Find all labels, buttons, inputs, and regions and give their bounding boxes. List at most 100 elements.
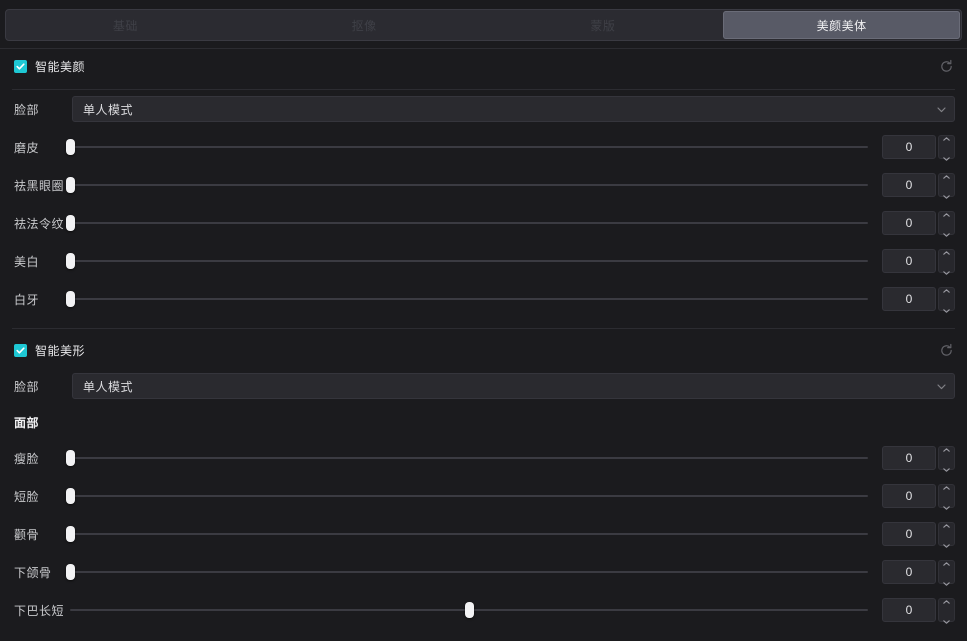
value-input[interactable]: 0 bbox=[882, 173, 936, 197]
slider[interactable] bbox=[66, 288, 868, 310]
slider[interactable] bbox=[66, 136, 868, 158]
sub-header: 面部 bbox=[14, 415, 40, 430]
chevron-down-icon[interactable] bbox=[943, 148, 950, 166]
value-input[interactable]: 0 bbox=[882, 484, 936, 508]
chevron-up-icon[interactable] bbox=[943, 204, 950, 222]
value-input[interactable]: 0 bbox=[882, 249, 936, 273]
value-stepper[interactable] bbox=[938, 173, 955, 199]
value-input[interactable]: 0 bbox=[882, 598, 936, 622]
chevron-down-icon[interactable] bbox=[943, 535, 950, 553]
value-input[interactable]: 0 bbox=[882, 446, 936, 470]
slider-label: 短脸 bbox=[14, 489, 40, 504]
slider-row: 祛法令纹 0 bbox=[0, 204, 967, 242]
settings-body[interactable]: 智能美颜 脸部 单人模式 磨皮 0 祛黑眼圈 0 祛法令纹 0 美白 0 白牙 0 智能美形 脸部 单人模式面… bbox=[0, 49, 967, 641]
chevron-up-icon[interactable] bbox=[943, 166, 950, 184]
mode-label: 脸部 bbox=[14, 379, 40, 394]
slider-handle[interactable] bbox=[66, 139, 75, 155]
reset-icon[interactable] bbox=[935, 339, 957, 361]
value-input[interactable]: 0 bbox=[882, 135, 936, 159]
slider-track[interactable] bbox=[70, 298, 868, 300]
chevron-down-icon[interactable] bbox=[943, 459, 950, 477]
slider-row: 颧骨 0 bbox=[0, 515, 967, 553]
chevron-up-icon[interactable] bbox=[943, 280, 950, 298]
tab-1[interactable]: 抠像 bbox=[246, 11, 483, 39]
mode-select[interactable]: 单人模式 bbox=[72, 96, 955, 122]
slider-track[interactable] bbox=[70, 146, 868, 148]
slider-row: 瘦脸 0 bbox=[0, 439, 967, 477]
chevron-up-icon[interactable] bbox=[943, 439, 950, 457]
value-stepper[interactable] bbox=[938, 287, 955, 313]
slider-handle[interactable] bbox=[66, 215, 75, 231]
slider-label: 美白 bbox=[14, 254, 40, 269]
slider-handle[interactable] bbox=[66, 253, 75, 269]
slider-track[interactable] bbox=[70, 457, 868, 459]
chevron-up-icon[interactable] bbox=[943, 477, 950, 495]
tab-3[interactable]: 美颜美体 bbox=[723, 11, 960, 39]
chevron-down-icon[interactable] bbox=[943, 262, 950, 280]
chevron-down-icon bbox=[937, 377, 946, 395]
slider-label: 瘦脸 bbox=[14, 451, 40, 466]
value-input[interactable]: 0 bbox=[882, 287, 936, 311]
checkbox-icon[interactable] bbox=[14, 343, 27, 357]
tab-0[interactable]: 基础 bbox=[7, 11, 244, 39]
slider-track[interactable] bbox=[70, 260, 868, 262]
tab-2[interactable]: 蒙版 bbox=[485, 11, 722, 39]
slider-track[interactable] bbox=[70, 495, 868, 497]
slider-track[interactable] bbox=[70, 222, 868, 224]
slider[interactable] bbox=[66, 447, 868, 469]
chevron-down-icon[interactable] bbox=[943, 573, 950, 591]
slider-handle[interactable] bbox=[66, 564, 75, 580]
chevron-up-icon[interactable] bbox=[943, 553, 950, 571]
slider-handle[interactable] bbox=[66, 450, 75, 466]
slider-label: 下巴长短 bbox=[14, 603, 65, 618]
chevron-down-icon[interactable] bbox=[943, 224, 950, 242]
slider-handle[interactable] bbox=[66, 526, 75, 542]
slider[interactable] bbox=[66, 250, 868, 272]
slider-handle[interactable] bbox=[465, 602, 474, 618]
chevron-up-icon[interactable] bbox=[943, 591, 950, 609]
value-input[interactable]: 0 bbox=[882, 560, 936, 584]
tab-bar: 基础 抠像 蒙版 美颜美体 bbox=[5, 9, 962, 41]
slider[interactable] bbox=[66, 212, 868, 234]
mode-select-value: 单人模式 bbox=[83, 102, 134, 117]
slider[interactable] bbox=[66, 174, 868, 196]
chevron-down-icon[interactable] bbox=[943, 611, 950, 629]
slider-track[interactable] bbox=[70, 184, 868, 186]
slider-track[interactable] bbox=[70, 571, 868, 573]
mode-select[interactable]: 单人模式 bbox=[72, 373, 955, 399]
value-stepper[interactable] bbox=[938, 484, 955, 510]
value-stepper[interactable] bbox=[938, 598, 955, 624]
chevron-up-icon[interactable] bbox=[943, 128, 950, 146]
section-title: 智能美形 bbox=[35, 343, 86, 358]
checkbox-icon[interactable] bbox=[14, 59, 27, 73]
value-stepper[interactable] bbox=[938, 249, 955, 275]
slider-handle[interactable] bbox=[66, 177, 75, 193]
section-divider bbox=[12, 328, 955, 329]
value-input[interactable]: 0 bbox=[882, 522, 936, 546]
chevron-down-icon bbox=[937, 100, 946, 118]
slider[interactable] bbox=[70, 599, 868, 621]
slider-row: 下巴长短 0 bbox=[0, 591, 967, 629]
slider[interactable] bbox=[66, 561, 868, 583]
slider-handle[interactable] bbox=[66, 488, 75, 504]
value-input[interactable]: 0 bbox=[882, 211, 936, 235]
value-stepper[interactable] bbox=[938, 560, 955, 586]
value-stepper[interactable] bbox=[938, 211, 955, 237]
section-header: 智能美颜 bbox=[0, 49, 967, 83]
beauty-panel: 基础 抠像 蒙版 美颜美体 智能美颜 脸部 单人模式 磨皮 0 祛黑眼圈 0 祛法令纹 0 美白 0 白牙 0… bbox=[0, 0, 967, 641]
section-1: 智能美形 脸部 单人模式 面部 瘦脸 0 短脸 0 颧骨 0 下颌骨 0 下巴长短 0 bbox=[0, 333, 967, 629]
chevron-down-icon[interactable] bbox=[943, 186, 950, 204]
slider[interactable] bbox=[66, 485, 868, 507]
chevron-up-icon[interactable] bbox=[943, 515, 950, 533]
chevron-down-icon[interactable] bbox=[943, 300, 950, 318]
slider-row: 下颌骨 0 bbox=[0, 553, 967, 591]
value-stepper[interactable] bbox=[938, 135, 955, 161]
slider[interactable] bbox=[66, 523, 868, 545]
value-stepper[interactable] bbox=[938, 446, 955, 472]
chevron-up-icon[interactable] bbox=[943, 242, 950, 260]
chevron-down-icon[interactable] bbox=[943, 497, 950, 515]
reset-icon[interactable] bbox=[935, 55, 957, 77]
slider-handle[interactable] bbox=[66, 291, 75, 307]
slider-track[interactable] bbox=[70, 533, 868, 535]
value-stepper[interactable] bbox=[938, 522, 955, 548]
